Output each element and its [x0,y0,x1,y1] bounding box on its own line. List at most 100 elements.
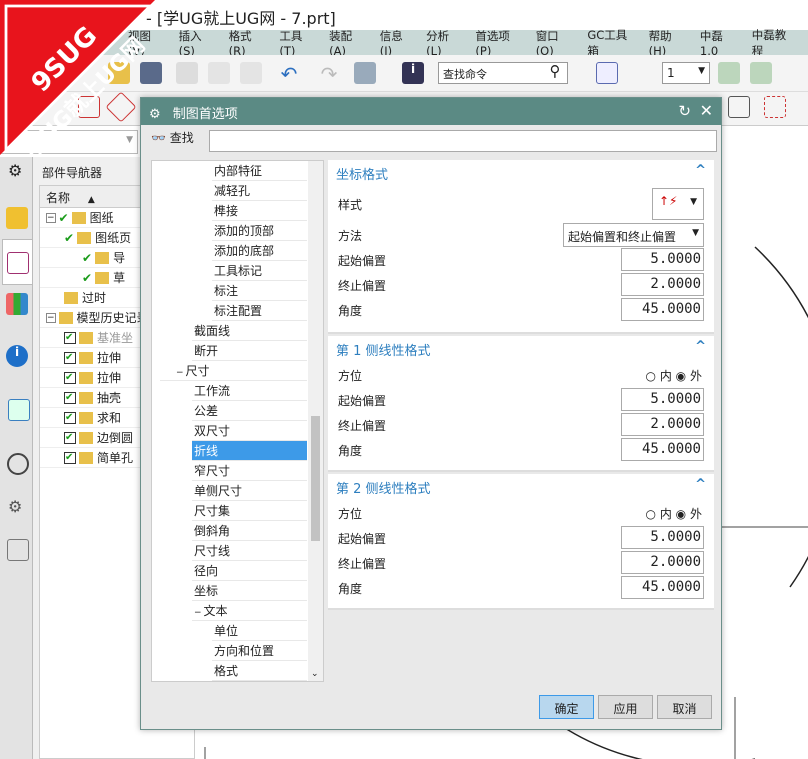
start-offset-input[interactable]: 5.0000 [621,388,704,411]
collapse-icon[interactable]: ^ [695,163,706,178]
checkbox-icon[interactable]: ✔ [64,351,76,364]
tree-item[interactable]: 工具标记 [212,261,307,281]
redo-icon[interactable]: ↷ [318,62,340,86]
checkbox-icon[interactable]: ✔ [64,431,76,444]
radio-inside[interactable]: ○ [646,507,656,521]
tree-item[interactable]: 方向和位置 [212,641,307,661]
tree-item[interactable]: 截面线 [192,321,307,341]
robot-icon[interactable]: ⚙ [8,497,30,519]
search-icon[interactable]: ⚲ [544,62,566,84]
update-view-icon[interactable] [78,96,100,118]
menu-item[interactable]: 帮助(H) [649,28,686,58]
group-header[interactable]: 坐标格式 ^ [328,160,714,186]
tree-item[interactable]: 尺寸线 [192,541,307,561]
style-select[interactable]: ↑⚡ ▼ [652,188,704,220]
menu-item[interactable]: 窗口(O) [536,28,574,58]
tree-item[interactable]: 工作流 [192,381,307,401]
scroll-down-icon[interactable]: ⌄ [311,669,319,679]
layer-settings-icon[interactable] [718,62,740,84]
angle-input[interactable]: 45.0000 [621,438,704,461]
ok-button[interactable]: 确定 [539,695,594,719]
menu-item[interactable]: 中磊教程 [752,27,794,59]
menu-item[interactable]: 格式(R) [229,28,266,58]
menu-item[interactable]: GC工具箱 [587,27,634,59]
gear-icon[interactable]: ⚙ [8,161,22,180]
tree-item[interactable]: 双尺寸 [192,421,307,441]
assembly-navigator-icon[interactable] [6,207,28,229]
group-header[interactable]: 第 1 侧线性格式 ^ [328,336,714,362]
menu-item[interactable]: 工具(T) [279,28,315,58]
tree-item[interactable]: 折线 [192,441,307,461]
tree-item[interactable]: 内部特征 [212,161,307,181]
part-navigator-tab[interactable] [2,239,33,285]
end-offset-input[interactable]: 2.0000 [621,551,704,574]
tree-item[interactable]: − 尺寸 [160,361,307,381]
checkbox-icon[interactable]: ✔ [64,411,76,424]
tree-scrollbar[interactable]: ⌄ [308,161,323,681]
apply-button[interactable]: 应用 [598,695,653,719]
arc-icon[interactable] [728,96,750,118]
tree-item[interactable]: 添加的底部 [212,241,307,261]
menu-item[interactable]: 首选项(P) [475,28,521,58]
checkbox-icon[interactable]: ✔ [64,391,76,404]
layer-select[interactable]: 1 ▼ [662,62,710,84]
tree-item[interactable]: 标注 [212,281,307,301]
tree-item[interactable]: 单侧尺寸 [192,481,307,501]
collapse-icon[interactable]: ^ [695,339,706,354]
cut-icon[interactable] [176,62,198,84]
tree-item[interactable]: 尺寸集 [192,501,307,521]
open-icon[interactable] [108,62,130,84]
paste-icon[interactable] [240,62,262,84]
collapse-icon[interactable]: − [194,608,202,618]
close-icon[interactable]: ✕ [700,101,713,120]
tree-item[interactable]: 径向 [192,561,307,581]
menu-item[interactable]: 中磊1.0 [700,28,738,58]
find-input[interactable] [209,130,717,152]
selection-icon[interactable] [354,62,376,84]
checkbox-icon[interactable]: ✔ [64,331,76,344]
undo-icon[interactable]: ↶ [278,62,300,86]
start-offset-input[interactable]: 5.0000 [621,526,704,549]
reset-icon[interactable]: ↻ [678,102,691,120]
tree-item[interactable]: 坐标 [192,581,307,601]
tree-item[interactable]: 单位 [212,621,307,641]
menu-item[interactable]: 分析(L) [426,28,461,58]
collapse-icon[interactable]: − [46,212,56,223]
copy-icon[interactable] [208,62,230,84]
info-icon[interactable]: i [402,62,424,84]
checkbox-icon[interactable]: ✔ [64,371,76,384]
menu-item[interactable]: 信息(I) [380,28,412,58]
tree-item[interactable]: 榫接 [212,201,307,221]
end-offset-input[interactable]: 2.0000 [621,413,704,436]
collapse-icon[interactable]: − [176,368,184,378]
save-icon[interactable] [140,62,162,84]
tree-item[interactable]: 减轻孔 [212,181,307,201]
radio-outside[interactable]: ◉ [676,507,686,521]
angle-input[interactable]: 45.0000 [621,576,704,599]
cancel-button[interactable]: 取消 [657,695,712,719]
group-header[interactable]: 第 2 侧线性格式 ^ [328,474,714,500]
end-offset-input[interactable]: 2.0000 [621,273,704,296]
web-browser-icon[interactable] [8,399,30,421]
reuse-library-icon[interactable] [6,293,28,315]
radio-inside[interactable]: ○ [646,369,656,383]
grid-icon[interactable] [764,96,786,118]
roles-icon[interactable] [7,539,29,561]
radio-outside[interactable]: ◉ [676,369,686,383]
tree-item[interactable]: 添加的顶部 [212,221,307,241]
tree-item[interactable]: 窄尺寸 [192,461,307,481]
tree-item[interactable]: 倒斜角 [192,521,307,541]
angle-input[interactable]: 45.0000 [621,298,704,321]
drawing-sheet-icon[interactable] [105,91,137,123]
info-icon[interactable]: i [6,345,28,367]
menu-item[interactable]: 插入(S) [179,28,215,58]
tree-item[interactable]: 格式 [212,661,307,681]
history-clock-icon[interactable] [7,453,29,475]
filter-combo[interactable]: ▼ [0,130,138,154]
tree-item[interactable]: 公差 [192,401,307,421]
start-offset-input[interactable]: 5.0000 [621,248,704,271]
scrollbar-thumb[interactable] [311,416,320,541]
menu-item[interactable]: 装配(A) [329,28,366,58]
tree-item[interactable]: − 文本 [192,601,307,621]
collapse-icon[interactable]: − [46,312,56,323]
